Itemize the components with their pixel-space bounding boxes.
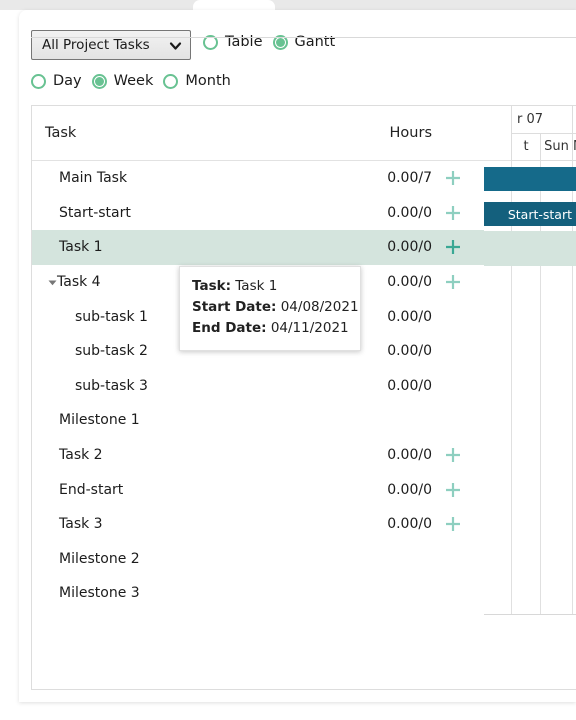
table-row[interactable]: Start-start 0.00/0 xyxy=(32,196,484,231)
gantt-selected-row-band xyxy=(484,231,576,266)
gantt-bottom-border xyxy=(484,614,576,615)
plus-icon[interactable] xyxy=(442,236,464,258)
tab-active[interactable] xyxy=(193,0,275,10)
table-row[interactable]: Task 3 0.00/0 xyxy=(32,507,484,542)
task-hours: 0.00/0 xyxy=(387,274,432,291)
gantt-month-header: r 07 xyxy=(511,106,572,134)
tab-inactive-left[interactable] xyxy=(12,0,193,10)
radio-day[interactable]: Day xyxy=(31,73,82,89)
task-hours: 0.00/0 xyxy=(387,447,432,464)
gantt-column-gridline xyxy=(540,161,572,614)
column-header-hours: Hours xyxy=(389,125,432,141)
radio-week-label: Week xyxy=(113,73,154,89)
plus-icon[interactable] xyxy=(442,479,464,501)
plus-icon[interactable] xyxy=(442,202,464,224)
task-name: Milestone 2 xyxy=(59,550,140,567)
tab-strip-gap xyxy=(0,0,12,10)
gantt-grid-panel: Task Hours Main Task 0.00/7 Start-start 0.0… xyxy=(31,105,576,690)
table-row[interactable]: Task 1 0.00/0 xyxy=(32,230,484,265)
tooltip-key: Task: xyxy=(192,278,231,294)
tooltip-value: 04/11/2021 xyxy=(270,320,349,336)
tooltip-key: Start Date: xyxy=(192,299,277,315)
radio-week-circle xyxy=(91,73,107,89)
tooltip-value: Task 1 xyxy=(235,278,278,294)
radio-week[interactable]: Week xyxy=(91,73,154,89)
gantt-day-header: t xyxy=(511,134,540,161)
gantt-chart-body: Start-start xyxy=(484,161,576,614)
gantt-task-bar[interactable]: Start-start xyxy=(484,202,576,226)
task-hours: 0.00/0 xyxy=(387,481,432,498)
task-name: sub-task 3 xyxy=(75,377,148,394)
radio-month-label: Month xyxy=(185,73,231,89)
task-name: Task 2 xyxy=(59,447,103,464)
gantt-day-header: Mon xyxy=(572,134,576,161)
tooltip-value: 04/08/2021 xyxy=(280,299,359,315)
gantt-chart-area: r 07tSunMon Start-start xyxy=(484,106,576,689)
table-row[interactable]: sub-task 3 0.00/0 xyxy=(32,369,484,404)
task-hours: 0.00/7 xyxy=(387,170,432,187)
gantt-month-header xyxy=(572,106,576,134)
radio-month-circle xyxy=(163,73,179,89)
radio-month[interactable]: Month xyxy=(163,73,231,89)
table-row[interactable]: Milestone 1 xyxy=(32,403,484,438)
tooltip-line: End Date: 04/11/2021 xyxy=(192,318,349,339)
timescale-radio-group: Day Week Month xyxy=(31,73,241,89)
gantt-task-bar[interactable] xyxy=(484,167,576,191)
task-list: Main Task 0.00/7 Start-start 0.00/0 Task 1 0.… xyxy=(32,161,484,689)
tooltip-line: Start Date: 04/08/2021 xyxy=(192,297,359,318)
task-name: Task 4 xyxy=(57,274,101,291)
task-name: sub-task 1 xyxy=(75,308,148,325)
task-hours: 0.00/0 xyxy=(387,239,432,256)
task-name: End-start xyxy=(59,481,124,498)
toolbar-divider xyxy=(31,37,576,38)
task-hours: 0.00/0 xyxy=(387,516,432,533)
task-hours: 0.00/0 xyxy=(387,308,432,325)
task-name: Task 1 xyxy=(59,239,103,256)
task-hours: 0.00/0 xyxy=(387,343,432,360)
radio-day-label: Day xyxy=(53,73,82,89)
project-filter-select[interactable]: All Project Tasks xyxy=(31,30,191,60)
gantt-timeline-header: r 07tSunMon xyxy=(484,106,576,161)
task-name: Main Task xyxy=(59,170,128,187)
plus-icon[interactable] xyxy=(442,271,464,293)
table-row[interactable]: Main Task 0.00/7 xyxy=(32,161,484,196)
plus-icon[interactable] xyxy=(442,444,464,466)
task-tooltip: Task: Task 1 Start Date: 04/08/2021 End Da… xyxy=(179,266,361,351)
table-row[interactable]: End-start 0.00/0 xyxy=(32,472,484,507)
table-row[interactable]: Milestone 3 xyxy=(32,576,484,611)
browser-tab-strip xyxy=(0,0,576,10)
plus-icon[interactable] xyxy=(442,513,464,535)
table-row[interactable]: Milestone 2 xyxy=(32,542,484,577)
task-hours: 0.00/0 xyxy=(387,377,432,394)
task-hours: 0.00/0 xyxy=(387,204,432,221)
task-name: Milestone 1 xyxy=(59,412,140,429)
plus-icon[interactable] xyxy=(442,167,464,189)
task-name: sub-task 2 xyxy=(75,343,148,360)
radio-day-circle xyxy=(31,73,46,89)
gantt-column-gridline xyxy=(572,161,576,614)
tooltip-key: End Date: xyxy=(192,320,267,336)
gantt-day-header: Sun xyxy=(540,134,572,161)
gantt-column-gridline xyxy=(511,161,540,614)
task-name: Task 3 xyxy=(59,516,103,533)
column-header-task: Task xyxy=(45,125,77,141)
task-name: Milestone 3 xyxy=(59,585,140,602)
tab-inactive-right[interactable] xyxy=(275,0,576,10)
table-row[interactable]: Task 2 0.00/0 xyxy=(32,438,484,473)
task-name: Start-start xyxy=(59,204,131,221)
tooltip-line: Task: Task 1 xyxy=(192,276,348,297)
